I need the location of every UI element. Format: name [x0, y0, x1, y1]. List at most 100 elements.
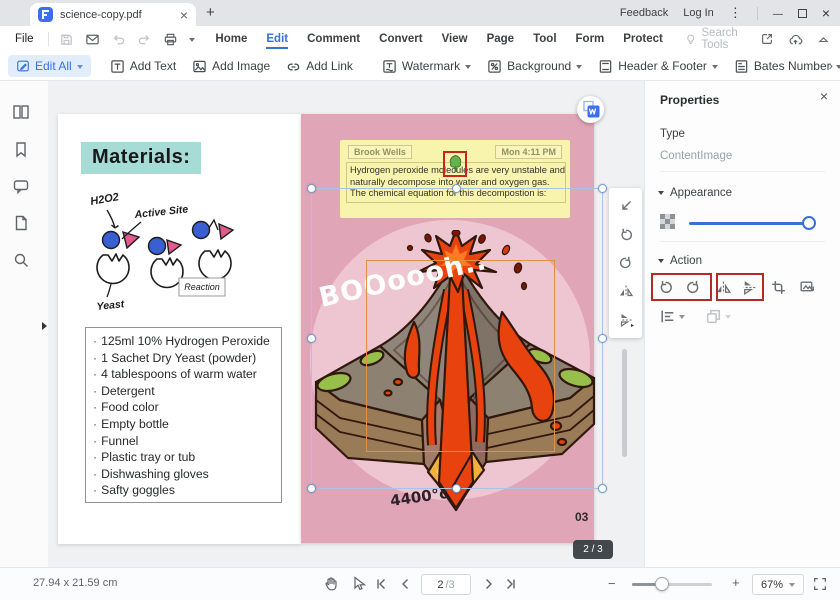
- mail-icon[interactable]: [85, 32, 100, 47]
- cloud-upload-icon[interactable]: [788, 32, 803, 47]
- maximize-button[interactable]: [798, 9, 807, 18]
- zoom-slider-knob[interactable]: [655, 577, 669, 591]
- quick-tools-dropdown-icon[interactable]: [189, 38, 195, 42]
- zoom-level-dropdown[interactable]: 67%: [752, 574, 804, 595]
- materials-item: Plastic tray or tub: [93, 449, 279, 466]
- menu-file[interactable]: File: [15, 33, 34, 45]
- menu-bar: File Home Edit Comment Convert View Page…: [0, 26, 840, 52]
- menu-form[interactable]: Form: [576, 29, 605, 49]
- add-text-button[interactable]: Add Text: [110, 59, 176, 74]
- materials-item: Funnel: [93, 433, 279, 450]
- materials-item: 1 Sachet Dry Yeast (powder): [93, 350, 279, 367]
- new-tab-button[interactable]: [206, 4, 215, 21]
- add-link-button[interactable]: Add Link: [286, 59, 353, 74]
- menu-edit[interactable]: Edit: [266, 29, 288, 49]
- selection-handle-se[interactable]: [598, 484, 607, 493]
- flip-vertical-icon[interactable]: [618, 312, 634, 328]
- selection-handle-nw[interactable]: [307, 184, 316, 193]
- rotate-right-icon[interactable]: [618, 255, 634, 271]
- attachments-panel-icon[interactable]: [12, 214, 30, 232]
- reaction-label: Reaction: [184, 282, 220, 292]
- save-icon[interactable]: [59, 32, 74, 47]
- document-tab[interactable]: science-copy.pdf: [30, 3, 196, 26]
- selection-handle-s[interactable]: [452, 484, 461, 493]
- bookmarks-panel-icon[interactable]: [12, 140, 30, 158]
- hand-tool-icon[interactable]: [322, 575, 339, 592]
- opacity-slider-track[interactable]: [689, 222, 811, 225]
- comments-panel-icon[interactable]: [12, 177, 30, 195]
- menu-protect[interactable]: Protect: [623, 29, 663, 49]
- crop-action-icon[interactable]: [770, 279, 787, 296]
- minimize-button[interactable]: [773, 6, 783, 20]
- align-button[interactable]: [659, 308, 685, 325]
- redo-icon[interactable]: [137, 32, 152, 47]
- selection-handle-sw[interactable]: [307, 484, 316, 493]
- close-window-button[interactable]: [822, 5, 830, 21]
- thumbnails-panel-icon[interactable]: [12, 103, 30, 121]
- login-link[interactable]: Log In: [683, 7, 714, 19]
- menu-view[interactable]: View: [442, 29, 468, 49]
- menu-page[interactable]: Page: [487, 29, 515, 49]
- collapse-toolbar-icon[interactable]: [817, 33, 830, 46]
- canvas-scrollbar[interactable]: [622, 349, 627, 457]
- type-label: Type: [660, 128, 685, 140]
- add-image-icon: [192, 59, 207, 74]
- menu-home[interactable]: Home: [215, 29, 247, 49]
- toolbar-overflow-icon[interactable]: [829, 58, 833, 73]
- divider: [660, 241, 825, 242]
- zoom-in-icon[interactable]: [732, 575, 740, 590]
- first-page-icon[interactable]: [375, 578, 387, 590]
- feedback-link[interactable]: Feedback: [620, 7, 668, 19]
- page-number-input[interactable]: 2 /3: [421, 574, 471, 595]
- more-menu-icon[interactable]: [729, 5, 742, 21]
- close-properties-icon[interactable]: [820, 88, 828, 104]
- selection-handle-w[interactable]: [307, 334, 316, 343]
- document-canvas[interactable]: Materials: H2O2 Yeast Active Site: [48, 81, 645, 568]
- app-window: science-copy.pdf Feedback Log In File Ho…: [0, 0, 840, 600]
- rotate-left-icon[interactable]: [618, 227, 634, 243]
- properties-panel: Properties Type ContentImage Appearance …: [644, 81, 840, 568]
- selection-handle-ne[interactable]: [598, 184, 607, 193]
- menu-convert[interactable]: Convert: [379, 29, 422, 49]
- header-footer-icon: [598, 59, 613, 74]
- add-image-button[interactable]: Add Image: [192, 59, 270, 74]
- action-section-header[interactable]: Action: [658, 255, 702, 267]
- menu-comment[interactable]: Comment: [307, 29, 360, 49]
- background-button[interactable]: Background: [487, 59, 582, 74]
- arrange-button[interactable]: [705, 308, 731, 325]
- menu-tool[interactable]: Tool: [533, 29, 556, 49]
- section-caret-icon: [658, 191, 664, 195]
- search-tools[interactable]: Search Tools: [685, 27, 760, 51]
- previous-page-icon[interactable]: [399, 578, 411, 590]
- undo-icon[interactable]: [111, 32, 126, 47]
- header-footer-button[interactable]: Header & Footer: [598, 59, 718, 74]
- word-export-float-button[interactable]: [577, 96, 604, 123]
- tab-close-icon[interactable]: [180, 8, 188, 22]
- edit-all-button[interactable]: Edit All: [8, 55, 91, 77]
- zoom-out-icon[interactable]: [608, 576, 616, 591]
- fit-screen-icon[interactable]: [812, 576, 828, 592]
- type-value: ContentImage: [660, 150, 732, 162]
- selection-handle-n[interactable]: [452, 184, 461, 193]
- select-tool-icon[interactable]: [350, 575, 367, 592]
- resize-corner-icon[interactable]: [618, 198, 634, 214]
- flip-horizontal-icon[interactable]: [618, 283, 634, 299]
- next-page-icon[interactable]: [483, 578, 495, 590]
- selection-handle-e[interactable]: [598, 334, 607, 343]
- search-panel-icon[interactable]: [12, 251, 30, 269]
- watermark-button[interactable]: Watermark: [382, 59, 471, 74]
- share-icon[interactable]: [760, 32, 774, 46]
- print-icon[interactable]: [163, 32, 178, 47]
- note-timestamp: Mon 4:11 PM: [495, 145, 562, 159]
- edit-pencil-icon: [16, 59, 30, 73]
- bates-number-button[interactable]: Bates Number: [734, 59, 840, 74]
- page-dimensions: 27.94 x 21.59 cm: [33, 577, 117, 589]
- last-page-icon[interactable]: [505, 578, 517, 590]
- page-number-label: 03: [575, 510, 588, 524]
- appearance-section-header[interactable]: Appearance: [658, 187, 732, 199]
- opacity-slider-knob[interactable]: [802, 216, 816, 230]
- replace-image-action-icon[interactable]: [799, 279, 816, 296]
- selection-bounding-box: [311, 188, 603, 489]
- annotation-red-box-flip: [716, 273, 764, 301]
- expand-panel-icon[interactable]: [42, 322, 47, 330]
